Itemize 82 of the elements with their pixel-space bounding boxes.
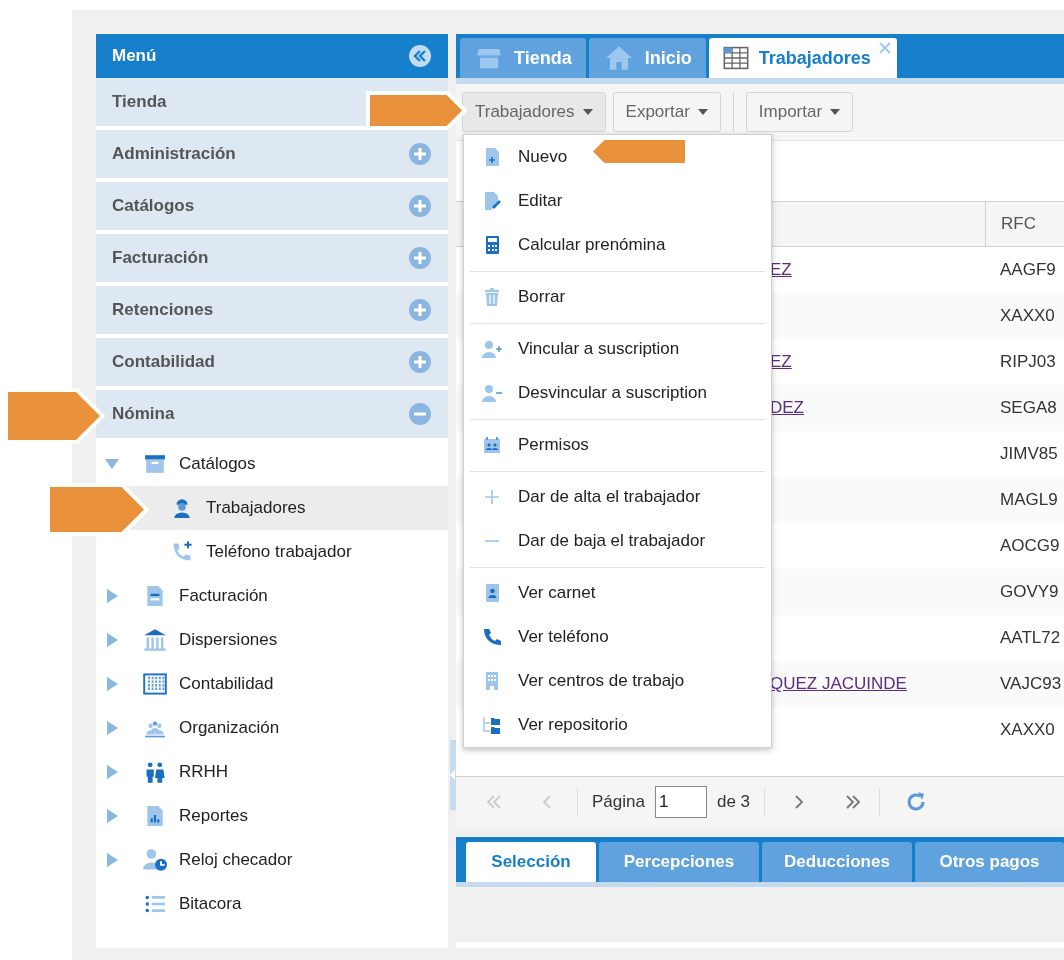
table-cell-text: MAGL9 [999,490,1058,510]
accordion-header[interactable]: Contabilidad [96,338,448,386]
table-icon [722,45,749,71]
menu-item[interactable]: Nuevo [464,135,771,179]
document-icon [144,584,166,608]
menu-item[interactable]: Ver repositorio [464,703,771,747]
accordion-header[interactable]: Administración [96,130,448,178]
menu-item[interactable]: Permisos [464,423,771,467]
caret-down-icon [697,109,708,115]
table-cell-text: AATL72 [999,628,1061,648]
table-cell-text: RIPJ03 [999,352,1056,372]
tab[interactable]: Selección [466,842,596,882]
collapse-icon[interactable] [408,44,432,68]
menu-item[interactable]: Vincular a suscription [464,327,771,371]
menu-item[interactable]: Ver teléfono [464,615,771,659]
column-header[interactable]: RFC [985,202,1064,246]
menu-item[interactable]: Ver centros de trabajo [464,659,771,703]
minus-icon [485,540,499,542]
table-cell-text: AOCG9 [999,536,1060,556]
worker-icon [171,497,193,519]
abacus-icon [142,672,168,696]
caret-right-icon[interactable] [104,589,120,603]
table-cell-text: SEGA8 [999,398,1057,418]
page-field[interactable]: 1 [654,786,707,818]
caret-down-icon [582,109,593,115]
sidebar-title: Menú [112,46,157,66]
close-icon[interactable] [878,42,891,54]
menu-item[interactable]: Ver carnet [464,571,771,615]
tree-item[interactable]: Teléfono trabajador [96,530,448,574]
table-cell-text: GOVY9 [999,582,1059,602]
tree-item[interactable]: Reloj checador [96,838,448,882]
caret-right-icon[interactable] [104,809,120,823]
dropdown-button[interactable]: Exportar [612,92,721,132]
page-total: de 3 [716,792,751,812]
caret-right-icon[interactable] [104,633,120,647]
trash-icon [482,287,502,307]
caret-right-icon[interactable] [104,677,120,691]
menu-item[interactable]: Desvincular a suscription [464,371,771,415]
caret-right-icon[interactable] [104,721,120,735]
accordion-header[interactable]: Retenciones [96,286,448,334]
tree-item[interactable]: Contabilidad [96,662,448,706]
bank-icon [142,628,168,652]
table-cell-text: AAGF9 [999,260,1056,280]
person-clock-icon [142,848,168,872]
caret-down-icon [830,109,841,115]
splitter-handle[interactable] [450,740,456,810]
tree-item[interactable]: Reportes [96,794,448,838]
tree-item[interactable]: Catálogos [96,442,448,486]
table-cell-text: JIMV85 [999,444,1058,464]
menu-item[interactable]: Calcular prenómina [464,223,771,267]
report-icon [144,804,166,828]
document-pencil-icon [482,191,502,211]
accordion-header[interactable]: Facturación [96,234,448,282]
person-plus-icon [482,339,502,359]
list-icon [143,893,167,915]
person-minus-icon [482,383,502,403]
table-cell-text: VAJC93 [999,674,1062,694]
plus-icon [482,487,502,507]
menu-item[interactable]: Borrar [464,275,771,319]
table-cell-text: XAXX0 [999,306,1055,326]
tree-item[interactable]: Dispersiones [96,618,448,662]
page-label: Página [592,792,645,812]
phone-icon [482,627,502,647]
tree-item[interactable]: Facturación [96,574,448,618]
tab[interactable]: Trabajadores [708,38,897,78]
menu-item[interactable]: Editar [464,179,771,223]
menu-item[interactable]: Dar de baja el trabajador [464,519,771,563]
dropdown-button[interactable]: Importar [745,92,854,132]
accordion-header[interactable]: Catálogos [96,182,448,230]
menu-item[interactable]: Dar de alta el trabajador [464,475,771,519]
caret-down-icon[interactable] [104,457,120,471]
archive-icon [143,453,167,475]
table-cell-text: XAXX0 [999,720,1055,740]
tree-item[interactable]: Organización [96,706,448,750]
tree-item[interactable]: Bitacora [96,882,448,926]
folder-tree-icon [482,715,502,735]
caret-right-icon[interactable] [104,765,120,779]
dropdown-button[interactable]: Trabajadores [462,92,606,132]
name-link[interactable]: QUEZ JACUINDE [770,674,907,693]
accordion-header[interactable]: Nómina [96,390,448,438]
tree-item[interactable]: RRHH [96,750,448,794]
caret-right-icon[interactable] [104,853,120,867]
